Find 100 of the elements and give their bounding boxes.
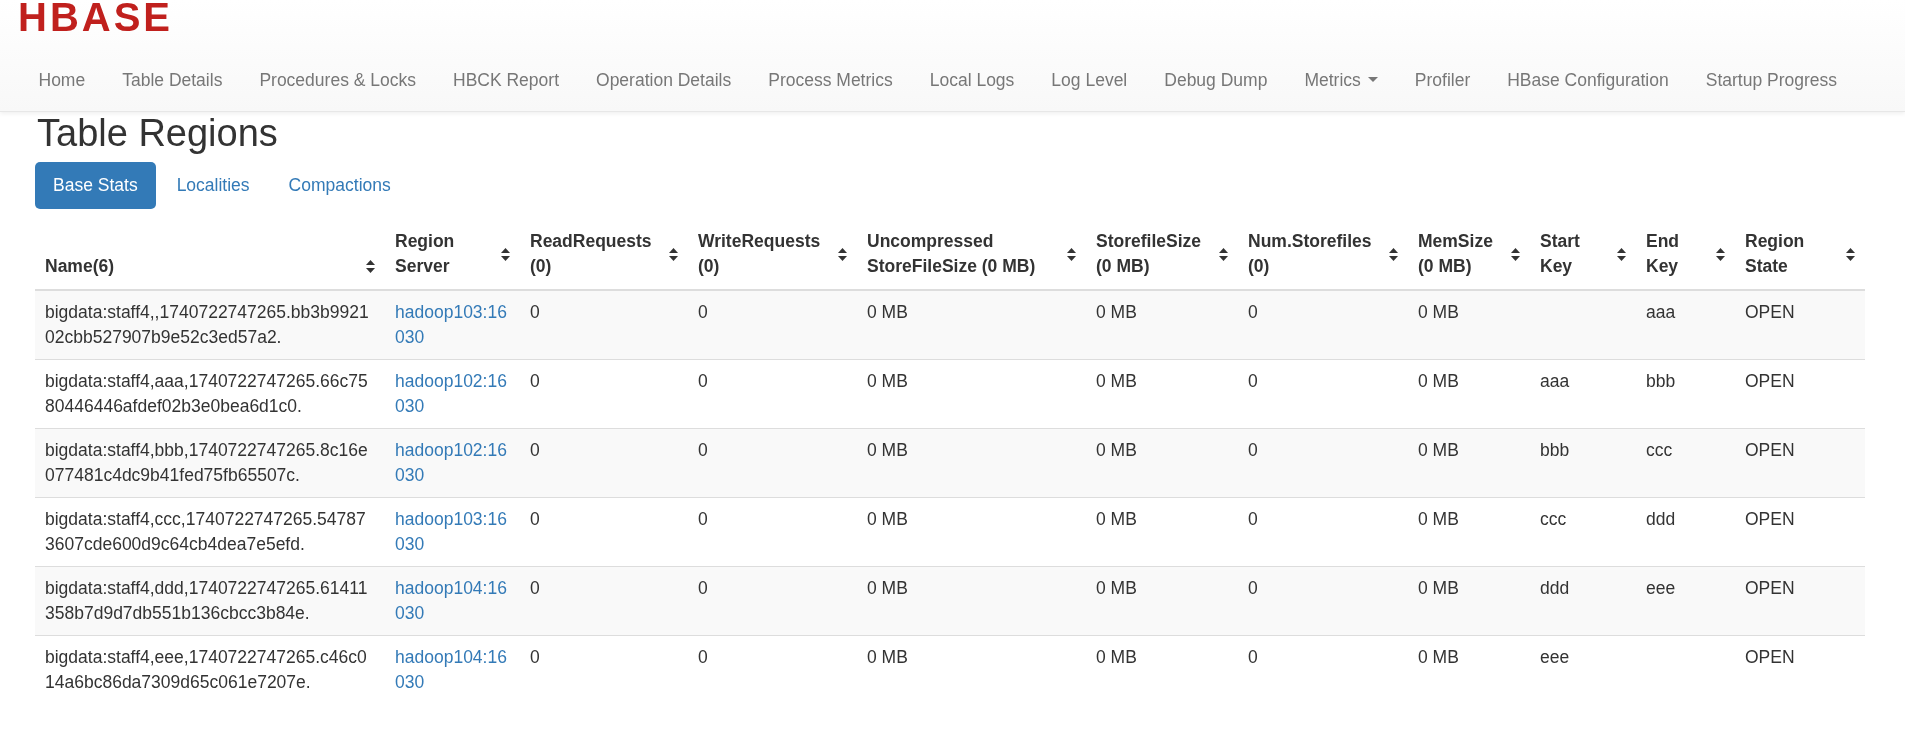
table-cell: 0 (1248, 647, 1258, 667)
column-header[interactable]: Region Server (395, 229, 495, 279)
table-cell: 0 MB (1096, 509, 1137, 529)
nav-link[interactable]: Process Metrics (749, 62, 912, 98)
table-cell: 0 (698, 509, 708, 529)
nav-link[interactable]: Log Level (1032, 62, 1146, 98)
sort-icon (1067, 247, 1076, 261)
table-cell: OPEN (1745, 578, 1795, 598)
server-link[interactable]: hadoop103:16030 (395, 507, 510, 557)
table-cell: 0 (698, 578, 708, 598)
table-cell: 0 MB (1096, 647, 1137, 667)
table-cell: 0 MB (1418, 509, 1459, 529)
nav-link[interactable]: Profiler (1396, 62, 1489, 98)
table-cell: 0 (1248, 578, 1258, 598)
table-cell: bigdata:staff4,ccc,1740722747265.547873607cde600d9c64cb4dea7e5efd. (45, 509, 366, 554)
column-header[interactable]: Name(6) (45, 254, 115, 279)
tab[interactable]: Base Stats (35, 162, 156, 209)
table-cell: 0 MB (867, 509, 908, 529)
table-cell: bbb (1540, 440, 1570, 460)
table-cell: OPEN (1745, 371, 1795, 391)
sort-icon (1219, 247, 1228, 261)
column-header[interactable]: Start Key (1540, 229, 1611, 279)
table-cell: 0 (698, 647, 708, 667)
page-heading: Table Regions (36, 113, 279, 153)
server-link[interactable]: hadoop104:16030 (395, 645, 510, 695)
table-cell: 0 (530, 440, 540, 460)
sort-icon (1617, 247, 1626, 261)
nav-link[interactable]: Table Details (103, 62, 241, 98)
table-cell: OPEN (1745, 440, 1795, 460)
table-cell: bigdata:staff4,eee,1740722747265.c46c014a6bc86da7309d65c061e7207e. (45, 647, 367, 692)
table-cell: 0 MB (1418, 302, 1459, 322)
table-cell: 0 MB (867, 371, 908, 391)
nav-link[interactable]: HBCK Report (434, 62, 578, 98)
table-cell: 0 (530, 371, 540, 391)
table-cell: ccc (1540, 509, 1567, 529)
table-cell: eee (1646, 578, 1676, 598)
column-header[interactable]: ReadRequests (0) (530, 229, 663, 279)
nav-link[interactable]: Procedures & Locks (240, 62, 435, 98)
table-cell: 0 (698, 302, 708, 322)
column-header[interactable]: MemSize (0 MB) (1418, 229, 1505, 279)
table-cell: 0 MB (1096, 371, 1137, 391)
table-cell: 0 MB (1096, 578, 1137, 598)
table-cell: ccc (1646, 440, 1673, 460)
table-cell: OPEN (1745, 509, 1795, 529)
table-cell: bbb (1646, 371, 1676, 391)
table-cell: ddd (1646, 509, 1676, 529)
table-cell: bigdata:staff4,ddd,1740722747265.61411358b7d9d7db551b136cbcc3b84e. (45, 578, 368, 623)
sort-icon (366, 260, 375, 273)
table-cell: 0 (1248, 302, 1258, 322)
table-cell: 0 MB (1418, 647, 1459, 667)
table-cell: aaa (1540, 371, 1570, 391)
table-cell: 0 MB (1096, 302, 1137, 322)
table-cell: 0 (698, 440, 708, 460)
table-cell: 0 (530, 509, 540, 529)
table-cell: ddd (1540, 578, 1570, 598)
nav-link[interactable]: Local Logs (911, 62, 1033, 98)
column-header[interactable]: StorefileSize (0 MB) (1096, 229, 1213, 279)
sort-icon (669, 247, 678, 261)
sort-icon (1389, 247, 1398, 261)
table-cell: 0 (530, 647, 540, 667)
sort-icon (1511, 247, 1520, 261)
sort-icon (1846, 247, 1855, 261)
table-cell: 0 (1248, 509, 1258, 529)
column-header[interactable]: WriteRequests (0) (698, 229, 832, 279)
server-link[interactable]: hadoop102:16030 (395, 369, 510, 419)
table-cell: 0 (1248, 440, 1258, 460)
table-cell: eee (1540, 647, 1570, 667)
table-cell: 0 MB (1418, 440, 1459, 460)
nav-link[interactable]: Home (20, 62, 104, 98)
table-cell: 0 (530, 578, 540, 598)
logo[interactable]: HBASE (18, 0, 174, 34)
table-cell: 0 MB (867, 302, 908, 322)
caret-icon (1367, 77, 1378, 83)
table-cell: 0 (698, 371, 708, 391)
tab[interactable]: Compactions (270, 162, 409, 209)
tab[interactable]: Localities (158, 162, 268, 209)
nav-link[interactable]: HBase Configuration (1488, 62, 1688, 98)
table-cell: aaa (1646, 302, 1676, 322)
column-header[interactable]: Uncompressed StoreFileSize (0 MB) (867, 229, 1061, 279)
nav-dropdown[interactable]: Metrics (1285, 62, 1397, 98)
table-cell: 0 MB (867, 647, 908, 667)
column-header[interactable]: End Key (1646, 229, 1710, 279)
sort-icon (501, 247, 510, 261)
column-header[interactable]: Region State (1745, 229, 1840, 279)
sort-icon (838, 247, 847, 261)
nav-link[interactable]: Operation Details (577, 62, 750, 98)
column-header[interactable]: Num.Storefiles (0) (1248, 229, 1383, 279)
table-cell: 0 MB (1096, 440, 1137, 460)
table-cell: 0 MB (867, 578, 908, 598)
nav-link[interactable]: Debug Dump (1145, 62, 1286, 98)
sort-icon (1716, 247, 1725, 261)
table-cell: 0 MB (1418, 578, 1459, 598)
table-cell: 0 (1248, 371, 1258, 391)
table-cell: OPEN (1745, 647, 1795, 667)
table-cell: 0 MB (867, 440, 908, 460)
table-cell: bigdata:staff4,,1740722747265.bb3b992102cbb527907b9e52c3ed57a2. (45, 302, 369, 347)
nav-link[interactable]: Startup Progress (1687, 62, 1856, 98)
table-cell: bigdata:staff4,bbb,1740722747265.8c16e077481c4dc9b41fed75fb65507c. (45, 440, 368, 485)
table-cell: bigdata:staff4,aaa,1740722747265.66c7580446446afdef02b3e0bea6d1c0. (45, 371, 368, 416)
table-cell: OPEN (1745, 302, 1795, 322)
